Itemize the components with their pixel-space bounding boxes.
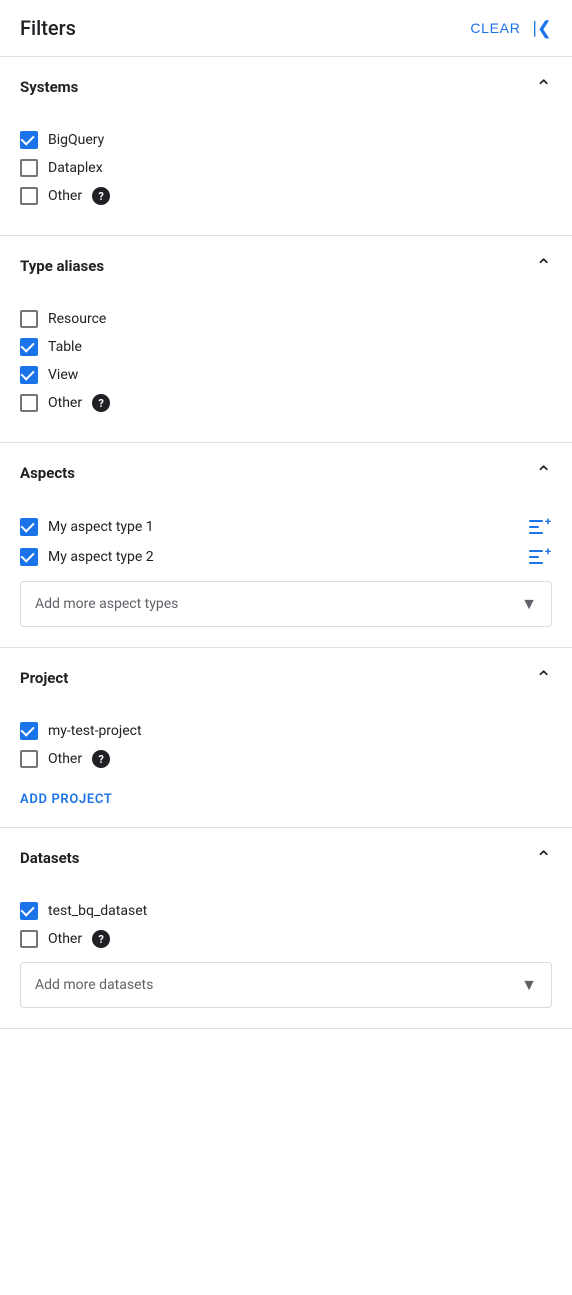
type-aliases-content: Resource Table View Other ? <box>0 296 572 442</box>
aspect1-label: My aspect type 1 <box>48 519 154 535</box>
aspects-section: Aspects ⌃ My aspect type 1 + My aspect t… <box>0 443 572 648</box>
datasets-section-header[interactable]: Datasets ⌃ <box>0 828 572 888</box>
datasets-section: Datasets ⌃ test_bq_dataset Other ? Add m… <box>0 828 572 1029</box>
systems-title: Systems <box>20 78 78 96</box>
aspect-dropdown-arrow-icon: ▼ <box>521 594 537 614</box>
bq-dataset-checkbox[interactable] <box>20 902 38 920</box>
aspect2-config-icon[interactable]: + <box>528 547 552 567</box>
systems-section-header[interactable]: Systems ⌃ <box>0 57 572 117</box>
bq-dataset-label: test_bq_dataset <box>48 903 147 919</box>
aspect-left-2: My aspect type 2 <box>20 548 154 566</box>
datasets-title: Datasets <box>20 849 79 867</box>
type-aliases-section: Type aliases ⌃ Resource Table View Other… <box>0 236 572 443</box>
mytest-checkbox[interactable] <box>20 722 38 740</box>
project-other-help-icon[interactable]: ? <box>92 750 110 768</box>
svg-text:+: + <box>545 518 551 528</box>
page-title: Filters <box>20 16 76 40</box>
add-project-button[interactable]: ADD PROJECT <box>20 792 112 807</box>
aspect2-label: My aspect type 2 <box>48 549 154 565</box>
collapse-icon[interactable]: |❮ <box>533 18 552 39</box>
systems-content: BigQuery Dataplex Other ? <box>0 117 572 235</box>
project-other-label: Other <box>48 751 82 767</box>
aspects-section-header[interactable]: Aspects ⌃ <box>0 443 572 503</box>
system-item-dataplex[interactable]: Dataplex <box>20 159 552 177</box>
type-aliases-title: Type aliases <box>20 257 104 275</box>
svg-text:+: + <box>545 548 551 558</box>
dataplex-checkbox[interactable] <box>20 159 38 177</box>
systems-section: Systems ⌃ BigQuery Dataplex Other ? <box>0 57 572 236</box>
dataset-other-checkbox[interactable] <box>20 930 38 948</box>
add-datasets-placeholder: Add more datasets <box>35 977 153 993</box>
datasets-chevron-icon: ⌃ <box>535 846 552 870</box>
system-item-bigquery[interactable]: BigQuery <box>20 131 552 149</box>
system-item-other[interactable]: Other ? <box>20 187 552 205</box>
view-label: View <box>48 367 78 383</box>
table-checkbox[interactable] <box>20 338 38 356</box>
project-section: Project ⌃ my-test-project Other ? ADD PR… <box>0 648 572 828</box>
filter-header: Filters CLEAR |❮ <box>0 0 572 57</box>
add-aspect-types-placeholder: Add more aspect types <box>35 596 178 612</box>
alias-other-help-icon[interactable]: ? <box>92 394 110 412</box>
type-aliases-section-header[interactable]: Type aliases ⌃ <box>0 236 572 296</box>
view-checkbox[interactable] <box>20 366 38 384</box>
dataset-item-bq[interactable]: test_bq_dataset <box>20 902 552 920</box>
aspect-item-1: My aspect type 1 + <box>20 517 552 537</box>
aspect1-config-icon[interactable]: + <box>528 517 552 537</box>
project-content: my-test-project Other ? ADD PROJECT <box>0 708 572 827</box>
clear-button[interactable]: CLEAR <box>470 20 520 36</box>
alias-item-resource[interactable]: Resource <box>20 310 552 328</box>
alias-item-view[interactable]: View <box>20 366 552 384</box>
system-other-checkbox[interactable] <box>20 187 38 205</box>
add-aspect-types-dropdown[interactable]: Add more aspect types ▼ <box>20 581 552 627</box>
aspect-item-2: My aspect type 2 + <box>20 547 552 567</box>
datasets-dropdown-arrow-icon: ▼ <box>521 975 537 995</box>
aspects-title: Aspects <box>20 464 75 482</box>
project-title: Project <box>20 669 68 687</box>
mytest-label: my-test-project <box>48 723 142 739</box>
alias-other-checkbox[interactable] <box>20 394 38 412</box>
system-other-label: Other <box>48 188 82 204</box>
alias-item-table[interactable]: Table <box>20 338 552 356</box>
project-other-checkbox[interactable] <box>20 750 38 768</box>
project-chevron-icon: ⌃ <box>535 666 552 690</box>
aspects-content: My aspect type 1 + My aspect type 2 <box>0 503 572 647</box>
table-label: Table <box>48 339 82 355</box>
dataset-other-label: Other <box>48 931 82 947</box>
systems-chevron-icon: ⌃ <box>535 75 552 99</box>
aspect-left-1: My aspect type 1 <box>20 518 154 536</box>
project-section-header[interactable]: Project ⌃ <box>0 648 572 708</box>
header-actions: CLEAR |❮ <box>470 18 552 39</box>
type-aliases-chevron-icon: ⌃ <box>535 254 552 278</box>
resource-checkbox[interactable] <box>20 310 38 328</box>
project-item-other[interactable]: Other ? <box>20 750 552 768</box>
dataset-other-help-icon[interactable]: ? <box>92 930 110 948</box>
bigquery-label: BigQuery <box>48 132 104 148</box>
project-item-mytest[interactable]: my-test-project <box>20 722 552 740</box>
dataplex-label: Dataplex <box>48 160 103 176</box>
dataset-item-other[interactable]: Other ? <box>20 930 552 948</box>
bigquery-checkbox[interactable] <box>20 131 38 149</box>
add-datasets-dropdown[interactable]: Add more datasets ▼ <box>20 962 552 1008</box>
aspect2-checkbox[interactable] <box>20 548 38 566</box>
datasets-content: test_bq_dataset Other ? Add more dataset… <box>0 888 572 1028</box>
alias-other-label: Other <box>48 395 82 411</box>
resource-label: Resource <box>48 311 106 327</box>
aspects-chevron-icon: ⌃ <box>535 461 552 485</box>
alias-item-other[interactable]: Other ? <box>20 394 552 412</box>
system-other-help-icon[interactable]: ? <box>92 187 110 205</box>
aspect1-checkbox[interactable] <box>20 518 38 536</box>
